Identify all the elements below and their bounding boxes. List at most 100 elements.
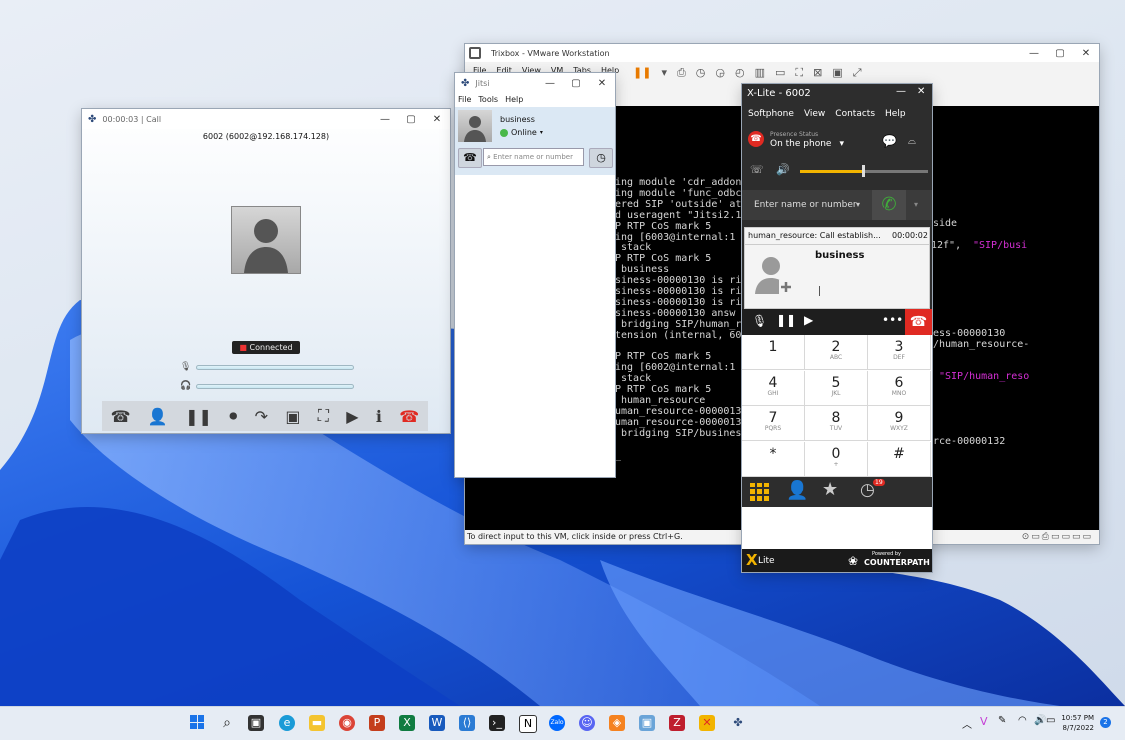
video-icon[interactable]: ▶ xyxy=(346,407,358,426)
battery-icon[interactable]: ▭ xyxy=(1046,715,1055,726)
dialpad-key-2[interactable]: 2 ABC xyxy=(805,335,868,370)
more-options-icon[interactable]: ••• xyxy=(882,313,903,327)
filezilla-icon[interactable]: Z xyxy=(669,715,685,731)
dialpad-tab-icon[interactable] xyxy=(750,483,770,501)
dialpad-key-7[interactable]: 7 PQRS xyxy=(742,406,805,441)
fullscreen-icon[interactable]: ⛶ xyxy=(318,406,329,426)
dialpad-key-6[interactable]: 6 MNO xyxy=(868,370,931,406)
video-icon[interactable]: ▶ xyxy=(804,313,813,327)
voicemail-icon[interactable]: ⌓ xyxy=(908,136,916,147)
fullscreen-vm-icon[interactable]: ⛶ xyxy=(795,66,803,80)
snapshot-icon[interactable]: ◷ xyxy=(696,66,706,80)
wifi-icon[interactable]: ◠ xyxy=(1018,715,1027,726)
volume-icon[interactable]: 🔊 xyxy=(1034,715,1046,726)
vmware-titlebar[interactable]: Trixbox - VMware Workstation — ▢ ✕ xyxy=(465,44,1099,62)
chrome-icon[interactable]: ◉ xyxy=(339,715,355,731)
xlite-window[interactable]: X-Lite - 6002 — ✕ Softphone View Contacts H… xyxy=(742,84,932,572)
jitsi-menu-file[interactable]: File xyxy=(458,95,471,104)
vmware-taskbar-icon[interactable]: ▣ xyxy=(639,715,655,731)
unity-icon[interactable]: ⊠ xyxy=(813,66,822,80)
volume-slider[interactable] xyxy=(800,165,928,177)
presence-selector[interactable]: On the phone ▾ xyxy=(770,139,844,149)
close-button[interactable]: ✕ xyxy=(917,86,925,97)
maximize-button[interactable]: ▢ xyxy=(1047,48,1073,59)
powerpoint-icon[interactable]: P xyxy=(369,715,385,731)
dialpad-key-4[interactable]: 4 GHI xyxy=(742,370,805,406)
search-icon[interactable]: ⌕ xyxy=(219,715,235,731)
active-call-panel[interactable]: human_resource: Call establish... 00:00:… xyxy=(744,227,930,309)
send-keys-icon[interactable]: ⎙ xyxy=(677,66,686,80)
phone-device-icon[interactable]: ☏ xyxy=(750,163,764,176)
pause-vm-icon[interactable]: ❚❚ xyxy=(633,66,651,80)
jitsi-call-window[interactable]: ✤ 00:00:03 | Call — ▢ ✕ 6002 (6002@192.1… xyxy=(82,109,450,433)
contacts-tab-icon[interactable]: 👤 xyxy=(786,480,808,501)
desktop-share-icon[interactable]: ▣ xyxy=(285,407,300,426)
history-button[interactable]: ◷ xyxy=(589,148,613,168)
dialpad-key-5[interactable]: 5 JKL xyxy=(805,370,868,406)
discord-icon[interactable]: ☺ xyxy=(579,715,595,731)
maximize-button[interactable]: ▢ xyxy=(398,114,424,125)
im-icon[interactable]: 💬 xyxy=(882,134,897,148)
dialpad-key-1[interactable]: 1 xyxy=(742,335,805,370)
dialpad-button[interactable]: ☎ xyxy=(458,148,482,168)
pen-icon[interactable]: ✎ xyxy=(998,715,1006,726)
edge-icon[interactable]: e xyxy=(279,715,295,731)
jitsi-taskbar-icon[interactable]: ✤ xyxy=(730,715,746,731)
dropdown-icon[interactable]: ▾ xyxy=(661,66,667,80)
hold-icon[interactable]: ❚❚ xyxy=(776,313,796,327)
jitsi-main-window[interactable]: ✤ Jitsi — ▢ ✕ File Tools Help business Onl… xyxy=(455,73,615,477)
info-icon[interactable]: ℹ xyxy=(376,407,382,426)
notification-badge[interactable]: 2 xyxy=(1100,717,1111,728)
device-status-icons[interactable]: ⊙▭⎙▭▭▭▭ xyxy=(1022,532,1093,542)
start-button[interactable] xyxy=(190,715,204,729)
dialpad-key-0[interactable]: 0 + xyxy=(805,441,868,477)
close-button[interactable]: ✕ xyxy=(589,78,615,89)
minimize-button[interactable]: — xyxy=(372,114,398,125)
dialpad-key-3[interactable]: 3 DEF xyxy=(868,335,931,370)
tray-chevron-icon[interactable]: ︿ xyxy=(962,716,972,731)
dialpad-key-8[interactable]: 8 TUV xyxy=(805,406,868,441)
call-options-chevron-icon[interactable]: ▾ xyxy=(914,200,918,209)
dialpad-key-hash[interactable]: # xyxy=(868,441,931,477)
xlite-menu-view[interactable]: View xyxy=(804,109,825,119)
excel-icon[interactable]: X xyxy=(399,715,415,731)
terminal-icon[interactable]: ›_ xyxy=(489,715,505,731)
stretch-icon[interactable]: ⤢ xyxy=(853,66,862,80)
clock[interactable]: 10:57 PM 8/7/2022 xyxy=(1056,713,1094,733)
jitsi-menu-help[interactable]: Help xyxy=(505,95,523,104)
close-button[interactable]: ✕ xyxy=(424,114,450,125)
library-icon[interactable]: ▥ xyxy=(755,66,765,80)
notion-icon[interactable]: N xyxy=(519,715,537,733)
call-titlebar[interactable]: ✤ 00:00:03 | Call — ▢ ✕ xyxy=(82,109,450,129)
search-input[interactable]: ⌕ Enter name or number xyxy=(483,148,584,166)
speaker-icon[interactable]: 🔊 xyxy=(776,163,790,176)
console-view-icon[interactable]: ▣ xyxy=(832,66,842,80)
thumbnail-icon[interactable]: ▭ xyxy=(775,66,785,80)
minimize-button[interactable]: — xyxy=(1021,48,1047,59)
maximize-button[interactable]: ▢ xyxy=(563,78,589,89)
add-participant-icon[interactable]: 👤 xyxy=(148,407,168,426)
mute-icon[interactable]: 🎙 xyxy=(752,314,767,328)
xlite-menu-softphone[interactable]: Softphone xyxy=(748,109,794,119)
volume-handle[interactable] xyxy=(862,165,865,177)
chevron-down-icon[interactable]: ▾ xyxy=(856,200,860,209)
jitsi-titlebar[interactable]: ✤ Jitsi — ▢ ✕ xyxy=(455,73,615,93)
file-explorer-icon[interactable]: ▬ xyxy=(309,715,325,731)
record-icon[interactable]: ⏺ xyxy=(229,406,237,426)
orange-app-icon[interactable]: ◈ xyxy=(609,715,625,731)
speaker-level-bar[interactable] xyxy=(196,384,354,389)
status-selector[interactable]: Online ▾ xyxy=(500,128,543,137)
jitsi-menu-tools[interactable]: Tools xyxy=(478,95,498,104)
manage-snapshots-icon[interactable]: ◴ xyxy=(735,66,745,80)
xlite-menu-help[interactable]: Help xyxy=(885,109,906,119)
favorites-tab-icon[interactable]: ★ xyxy=(822,479,838,500)
word-icon[interactable]: W xyxy=(429,715,445,731)
hangup-icon[interactable]: ☎ xyxy=(399,407,419,426)
add-contact-icon[interactable] xyxy=(753,252,797,296)
dialpad-key-9[interactable]: 9 WXYZ xyxy=(868,406,931,441)
microphone-level-bar[interactable] xyxy=(196,365,354,370)
dialpad-key-star[interactable]: * xyxy=(742,441,805,477)
minimize-button[interactable]: — xyxy=(537,78,563,89)
vscode-icon[interactable]: ⟨⟩ xyxy=(459,715,475,731)
pause-icon[interactable]: ❚❚ xyxy=(185,407,212,426)
